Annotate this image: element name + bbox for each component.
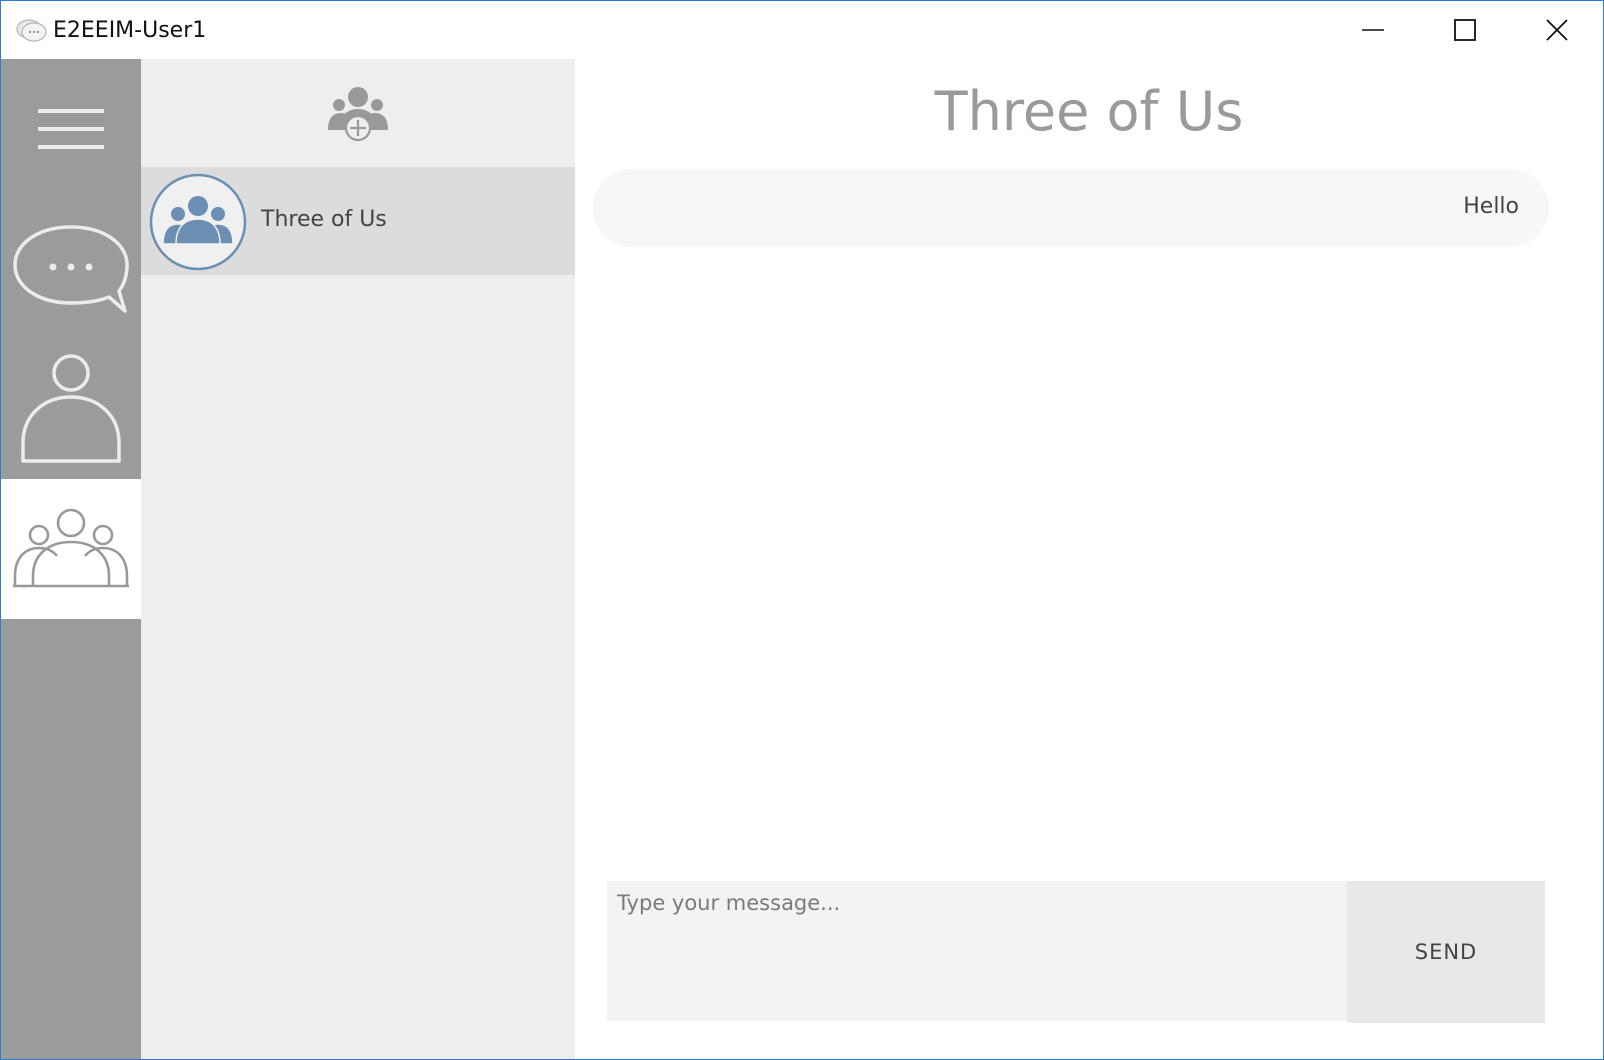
maximize-icon [1454, 19, 1476, 41]
nav-contacts-button[interactable] [1, 339, 141, 479]
add-group-icon [328, 87, 388, 142]
minimize-icon [1362, 29, 1384, 31]
title-bar[interactable]: E2EEIM-User1 [1, 1, 1603, 59]
close-icon [1546, 19, 1568, 41]
send-button[interactable]: SEND [1347, 881, 1545, 1023]
chat-title: Three of Us [934, 80, 1244, 143]
group-avatar-icon [149, 173, 247, 271]
maximize-button[interactable] [1419, 1, 1511, 59]
message-bubble: Hello [593, 169, 1549, 247]
nav-rail [1, 59, 141, 1059]
add-group-button[interactable] [141, 59, 575, 167]
nav-groups-button[interactable] [1, 479, 141, 619]
group-icon [13, 508, 129, 588]
close-button[interactable] [1511, 1, 1603, 59]
app-logo-icon [16, 18, 48, 44]
nav-chats-button[interactable] [1, 199, 141, 339]
chat-area: Three of Us Hello SEND [575, 59, 1603, 1059]
window-title: E2EEIM-User1 [53, 18, 207, 43]
person-icon [21, 354, 121, 463]
message-input[interactable] [607, 881, 1347, 1021]
group-list-panel: Three of Us [141, 59, 575, 1059]
chat-bubble-icon [13, 225, 129, 313]
message-text: Hello [1463, 194, 1519, 219]
nav-menu-button[interactable] [1, 59, 141, 199]
app-window: E2EEIM-User1 Three of Us Three of Us Hel… [0, 0, 1604, 1060]
group-name-label: Three of Us [261, 207, 387, 232]
minimize-button[interactable] [1327, 1, 1419, 59]
group-list-item[interactable]: Three of Us [141, 167, 575, 275]
hamburger-menu-icon [38, 109, 104, 149]
